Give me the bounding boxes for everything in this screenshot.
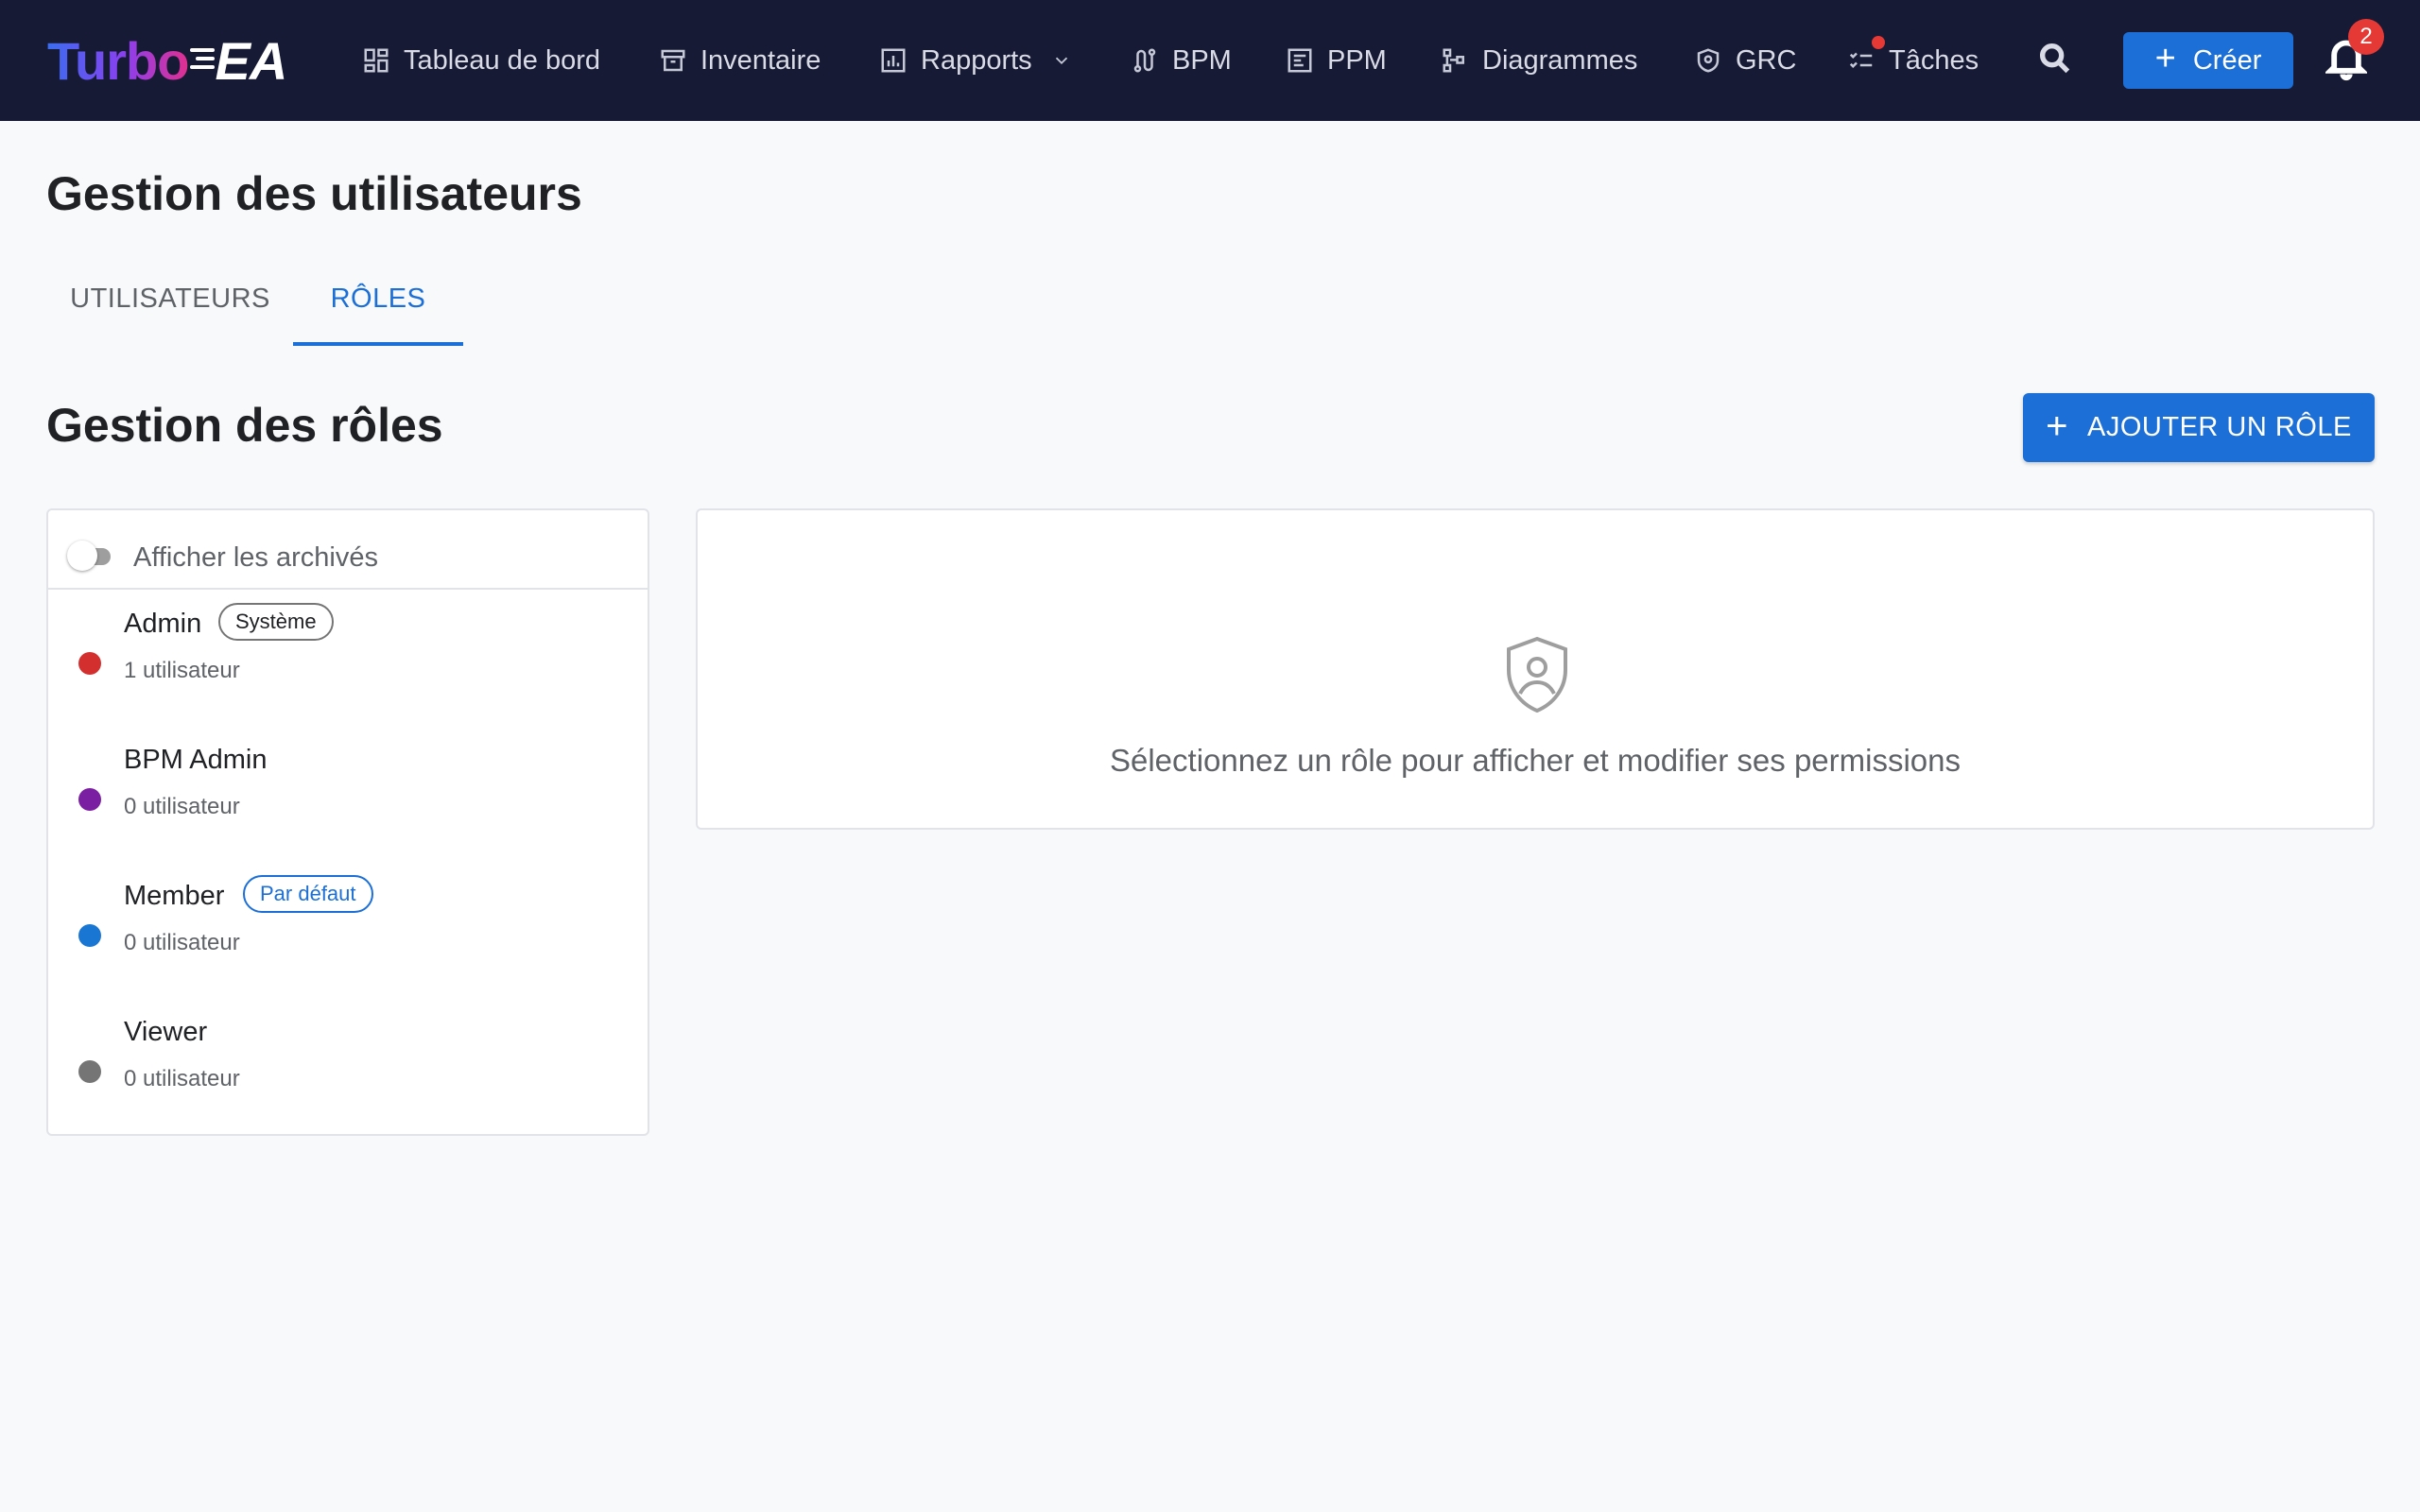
role-name: Member — [124, 881, 225, 911]
tab-roles-label: RÔLES — [330, 284, 426, 314]
role-user-count: 0 utilisateur — [124, 1066, 240, 1091]
role-item-admin[interactable]: Admin Système 1 utilisateur — [48, 592, 648, 728]
logo-text-ea: EA — [215, 30, 287, 91]
nav-tasks[interactable]: Tâches — [1847, 34, 1979, 87]
nav-ppm[interactable]: PPM — [1286, 34, 1387, 87]
active-tab-indicator — [293, 342, 463, 346]
roles-list-panel: Afficher les archivés Admin Système 1 ut… — [46, 508, 649, 1136]
search-button[interactable] — [2036, 40, 2078, 81]
plus-icon: + — [2046, 404, 2069, 447]
empty-state-message: Sélectionnez un rôle pour afficher et mo… — [1109, 743, 1961, 778]
role-name: Admin — [124, 609, 202, 639]
shield-person-icon — [1503, 635, 1571, 714]
roles-section-title: Gestion des rôles — [46, 399, 443, 452]
role-name: Viewer — [124, 1017, 208, 1047]
nav-bpm[interactable]: BPM — [1131, 34, 1232, 87]
chevron-down-icon — [1055, 57, 1067, 65]
notification-count-badge: 2 — [2348, 19, 2384, 55]
role-name: BPM Admin — [124, 745, 268, 775]
nav-grc-label: GRC — [1736, 44, 1797, 76]
create-button-label: Créer — [2192, 44, 2262, 76]
toggle-knob — [67, 541, 97, 571]
show-archived-toggle[interactable] — [67, 541, 120, 571]
role-item-member[interactable]: Member Par défaut 0 utilisateur — [48, 864, 648, 1000]
role-item-bpm-admin[interactable]: BPM Admin 0 utilisateur — [48, 728, 648, 864]
plus-icon: + — [2154, 39, 2176, 78]
nav-diagrams[interactable]: Diagrammes — [1441, 34, 1637, 87]
role-color-dot — [78, 652, 101, 675]
nav-dashboard[interactable]: Tableau de bord — [362, 34, 600, 87]
role-detail-panel: Sélectionnez un rôle pour afficher et mo… — [696, 508, 2375, 830]
tasks-indicator-dot — [1872, 36, 1885, 49]
add-role-button-label: AJOUTER UN RÔLE — [2087, 412, 2352, 442]
role-item-viewer[interactable]: Viewer 0 utilisateur — [48, 1000, 648, 1136]
nav-tasks-label: Tâches — [1889, 44, 1979, 76]
nav-reports[interactable]: Rapports — [879, 34, 1072, 87]
nav-bpm-label: BPM — [1172, 44, 1232, 76]
show-archived-label: Afficher les archivés — [133, 542, 378, 573]
top-navigation-bar: Turbo EA Tableau de bord Inventaire Rapp… — [0, 0, 2420, 121]
logo-text-turbo: Turbo — [47, 30, 189, 91]
tab-roles[interactable]: RÔLES — [293, 284, 463, 350]
nav-inventory[interactable]: Inventaire — [659, 34, 821, 87]
tab-users-label: UTILISATEURS — [70, 284, 270, 314]
shield-icon — [1697, 48, 1720, 73]
nav-inventory-label: Inventaire — [700, 44, 821, 76]
search-icon — [2040, 43, 2070, 74]
role-user-count: 0 utilisateur — [124, 930, 240, 955]
role-chip-default: Par défaut — [243, 875, 373, 913]
create-button[interactable]: + Créer — [2123, 32, 2293, 89]
add-role-button[interactable]: + AJOUTER UN RÔLE — [2023, 393, 2375, 462]
app-logo[interactable]: Turbo EA — [47, 26, 287, 94]
nav-grc[interactable]: GRC — [1694, 34, 1796, 87]
diagram-tree-icon — [1443, 48, 1464, 73]
inventory-box-icon — [661, 49, 685, 72]
role-user-count: 0 utilisateur — [124, 794, 240, 819]
role-chip-system: Système — [218, 603, 334, 641]
route-icon — [1133, 48, 1156, 73]
nav-reports-label: Rapports — [921, 44, 1032, 76]
role-user-count: 1 utilisateur — [124, 658, 240, 683]
tab-users[interactable]: UTILISATEURS — [70, 284, 269, 350]
role-color-dot — [78, 1060, 101, 1083]
nav-diagrams-label: Diagrammes — [1482, 44, 1638, 76]
bar-chart-icon — [881, 48, 906, 73]
show-archived-row: Afficher les archivés — [48, 510, 648, 590]
nav-dashboard-label: Tableau de bord — [404, 44, 600, 76]
checklist-icon — [1849, 52, 1873, 69]
project-icon — [1288, 48, 1312, 73]
role-color-dot — [78, 924, 101, 947]
role-color-dot — [78, 788, 101, 811]
dashboard-icon — [364, 48, 389, 73]
page-title: Gestion des utilisateurs — [46, 167, 582, 220]
nav-ppm-label: PPM — [1327, 44, 1387, 76]
